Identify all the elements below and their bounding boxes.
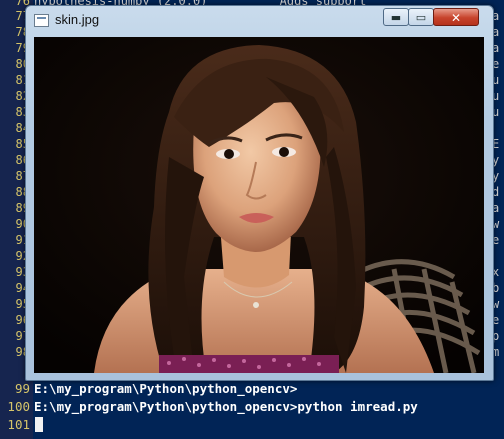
portrait-photo (34, 37, 484, 373)
command-line: E:\my_program\Python\python_opencv>pytho… (34, 399, 418, 414)
line-number-100: 100 (7, 399, 30, 414)
window-title: skin.jpg (55, 12, 100, 27)
line-number-99: 99 (14, 381, 30, 396)
image-display (34, 37, 484, 373)
maximize-button[interactable]: ▭ (408, 8, 434, 26)
close-button[interactable]: ✕ (433, 8, 479, 26)
prompt-line: E:\my_program\Python\python_opencv> (34, 381, 298, 396)
image-window[interactable]: skin.jpg ▬ ▭ ✕ (25, 5, 494, 381)
title-bar[interactable]: skin.jpg ▬ ▭ ✕ (26, 6, 493, 32)
text-cursor (35, 417, 43, 432)
line-number-101: 101 (7, 417, 30, 432)
minimize-button[interactable]: ▬ (383, 8, 409, 26)
window-app-icon (34, 14, 49, 27)
